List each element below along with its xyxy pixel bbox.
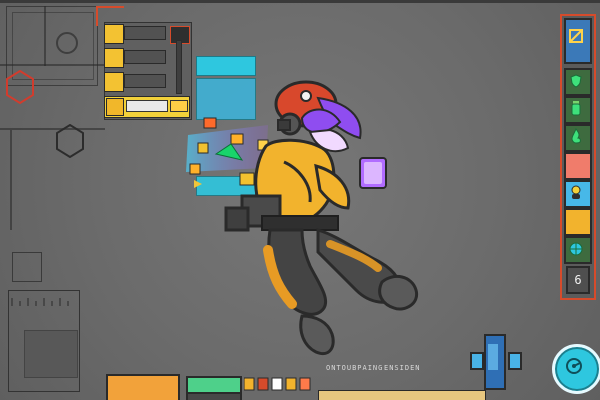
inventory-row-1-detail [124,26,166,40]
left-measure-ticks [10,292,76,306]
blueprint-line-h2 [0,128,105,130]
player-character [206,76,446,376]
dock-badge[interactable]: 6 [566,266,590,294]
sketch-circle [56,32,78,54]
radar-icon [565,357,583,375]
character-head-icon [569,184,583,200]
bottom-caption-right: ENSIDEN [384,364,421,372]
flame-icon [570,127,582,144]
globe-icon [569,241,583,256]
grid-toggle-icon [569,28,583,43]
bottom-action-orange[interactable] [106,374,180,400]
hex-outline-dark [56,123,84,159]
dock-slot-6[interactable] [564,208,592,236]
bottom-action-gray [186,392,242,400]
hex-outline-red [6,69,34,105]
inventory-row-2-detail [124,50,166,64]
dock-slot-4[interactable] [564,152,592,180]
bottom-right-mini-2[interactable] [508,352,522,370]
bottom-caption-bar [318,390,486,400]
dock-badge-text: 6 [574,273,582,287]
inventory-row-3-detail [124,74,166,88]
small-box-left [12,252,42,282]
inventory-row-1[interactable] [104,24,124,44]
bottom-mini-icons [243,376,314,394]
inventory-scrollbar[interactable] [176,40,182,94]
blueprint-line-v2 [10,130,12,230]
shield-icon [570,73,582,88]
inventory-row-4-bar [126,100,168,112]
blueprint-line-v1 [44,6,46,66]
inventory-row-3[interactable] [104,72,124,92]
top-frame-line [0,0,600,3]
inventory-row-2[interactable] [104,48,124,68]
cyan-panel-top [196,56,256,76]
blueprint-line-h1 [0,64,110,66]
bottom-right-panel-inner [488,344,498,370]
gear-bottle-icon [570,100,582,116]
inventory-row-4-icon [106,98,124,116]
bottom-caption-left: ONTOUBPAING [326,364,384,372]
bottom-right-mini-1[interactable] [470,352,484,370]
bottom-left-screen [24,330,78,378]
game-screen: 6 ONTOUBPAING ENSIDEN [0,0,600,400]
